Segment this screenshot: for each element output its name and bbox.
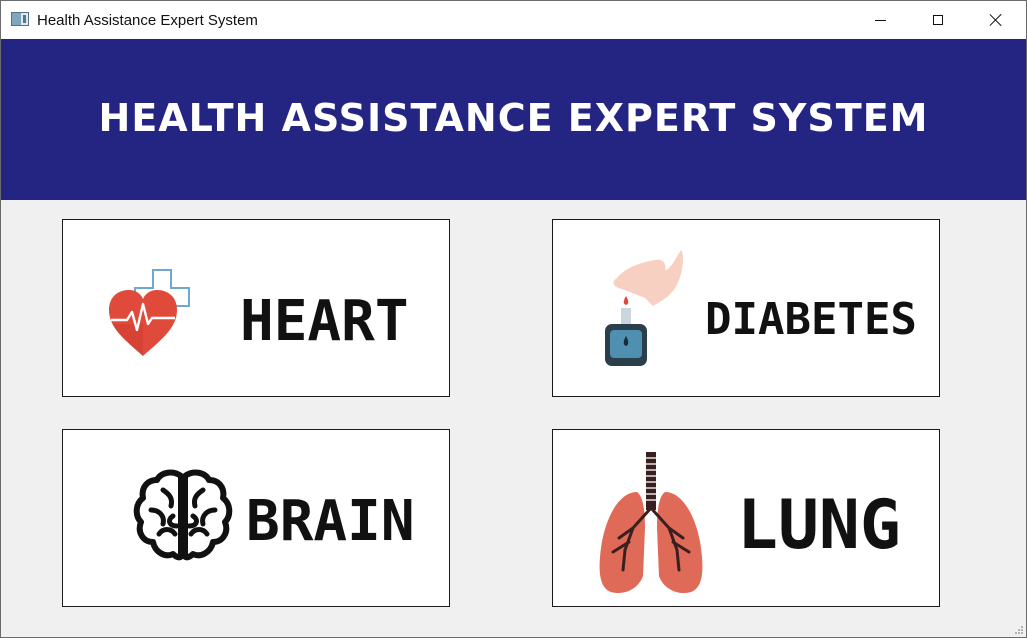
title-bar[interactable]: Health Assistance Expert System <box>1 1 1026 39</box>
minimize-button[interactable] <box>851 1 909 39</box>
lungs-icon <box>599 452 703 594</box>
close-button[interactable] <box>967 1 1025 39</box>
heart-cross-icon <box>109 269 190 356</box>
brain-button[interactable]: BRAIN <box>62 429 450 607</box>
app-icon <box>11 12 29 26</box>
heart-button[interactable]: HEART <box>62 219 450 397</box>
lung-button[interactable]: LUNG <box>552 429 940 607</box>
brain-icon <box>133 469 233 561</box>
minimize-icon <box>874 19 886 21</box>
page-title: HEALTH ASSISTANCE EXPERT SYSTEM <box>98 95 929 140</box>
lung-label: LUNG <box>737 486 901 565</box>
glucose-meter-icon <box>605 250 683 366</box>
diabetes-label: DIABETES <box>705 294 917 345</box>
diabetes-button[interactable]: DIABETES <box>552 219 940 397</box>
brain-label: BRAIN <box>246 489 415 554</box>
header-banner: HEALTH ASSISTANCE EXPERT SYSTEM <box>1 39 1026 200</box>
close-icon <box>989 13 1003 27</box>
maximize-icon <box>933 15 943 25</box>
heart-label: HEART <box>240 289 409 354</box>
window-title: Health Assistance Expert System <box>37 12 258 29</box>
maximize-button[interactable] <box>909 1 967 39</box>
resize-grip-icon[interactable] <box>1014 625 1024 635</box>
app-window: Health Assistance Expert System HEALTH A… <box>0 0 1027 638</box>
